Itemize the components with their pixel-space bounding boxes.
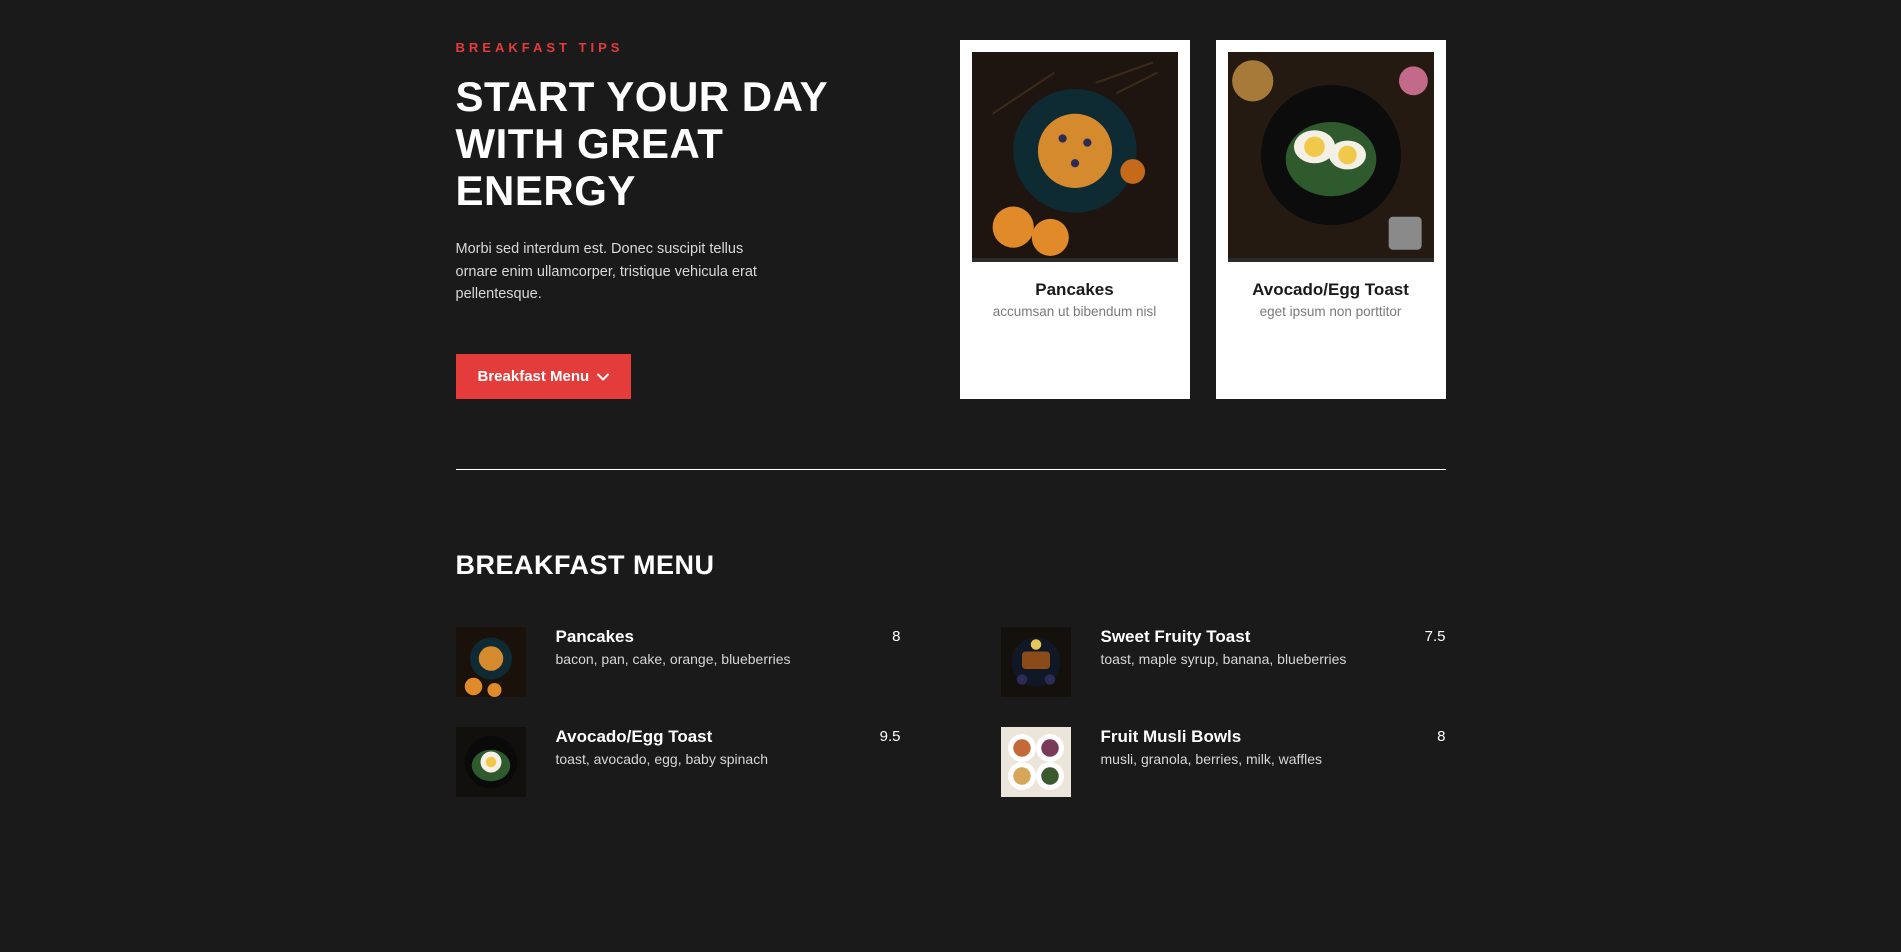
menu-item-name: Pancakes xyxy=(556,627,883,647)
feature-card-desc: accumsan ut bibendum nisl xyxy=(972,304,1178,319)
menu-item-thumb xyxy=(1001,727,1071,797)
menu-item-ingredients: toast, avocado, egg, baby spinach xyxy=(556,751,870,767)
hero-paragraph: Morbi sed interdum est. Donec suscipit t… xyxy=(456,238,776,305)
menu-item-thumb xyxy=(1001,627,1071,697)
hero-heading: START YOUR DAY WITH GREAT ENERGY xyxy=(456,73,896,214)
menu-item-body: Avocado/Egg Toast toast, avocado, egg, b… xyxy=(556,727,901,797)
menu-item-body: Sweet Fruity Toast toast, maple syrup, b… xyxy=(1101,627,1446,697)
menu-item: Avocado/Egg Toast toast, avocado, egg, b… xyxy=(456,727,901,797)
breakfast-menu-button[interactable]: Breakfast Menu xyxy=(456,354,632,399)
menu-item-body: Fruit Musli Bowls musli, granola, berrie… xyxy=(1101,727,1446,797)
feature-card-image xyxy=(972,52,1178,262)
menu-item-ingredients: bacon, pan, cake, orange, blueberries xyxy=(556,651,883,667)
hero-section: BREAKFAST TIPS START YOUR DAY WITH GREAT… xyxy=(456,40,1446,399)
chevron-down-icon xyxy=(597,370,609,382)
menu-item: Fruit Musli Bowls musli, granola, berrie… xyxy=(1001,727,1446,797)
feature-cards: Pancakes accumsan ut bibendum nisl xyxy=(946,40,1446,399)
menu-item-name: Sweet Fruity Toast xyxy=(1101,627,1415,647)
menu-item-name: Fruit Musli Bowls xyxy=(1101,727,1428,747)
menu-item: Sweet Fruity Toast toast, maple syrup, b… xyxy=(1001,627,1446,697)
menu-item-price: 9.5 xyxy=(880,727,901,745)
menu-item-name: Avocado/Egg Toast xyxy=(556,727,870,747)
feature-card: Avocado/Egg Toast eget ipsum non porttit… xyxy=(1216,40,1446,399)
menu-item-body: Pancakes bacon, pan, cake, orange, blueb… xyxy=(556,627,901,697)
menu-item-thumb xyxy=(456,727,526,797)
menu-grid: Pancakes bacon, pan, cake, orange, blueb… xyxy=(456,627,1446,797)
menu-item-price: 8 xyxy=(892,627,900,645)
menu-item: Pancakes bacon, pan, cake, orange, blueb… xyxy=(456,627,901,697)
section-divider xyxy=(456,469,1446,470)
menu-heading: BREAKFAST MENU xyxy=(456,550,1446,581)
breakfast-menu-button-label: Breakfast Menu xyxy=(478,368,590,385)
menu-item-ingredients: toast, maple syrup, banana, blueberries xyxy=(1101,651,1415,667)
menu-item-text: Fruit Musli Bowls musli, granola, berrie… xyxy=(1101,727,1428,767)
menu-item-price: 8 xyxy=(1437,727,1445,745)
page-container: BREAKFAST TIPS START YOUR DAY WITH GREAT… xyxy=(456,0,1446,837)
menu-item-text: Avocado/Egg Toast toast, avocado, egg, b… xyxy=(556,727,870,767)
feature-card-image xyxy=(1228,52,1434,262)
menu-item-ingredients: musli, granola, berries, milk, waffles xyxy=(1101,751,1428,767)
feature-card-title: Pancakes xyxy=(972,280,1178,300)
menu-item-text: Sweet Fruity Toast toast, maple syrup, b… xyxy=(1101,627,1415,667)
menu-item-text: Pancakes bacon, pan, cake, orange, blueb… xyxy=(556,627,883,667)
feature-card: Pancakes accumsan ut bibendum nisl xyxy=(960,40,1190,399)
feature-card-title: Avocado/Egg Toast xyxy=(1228,280,1434,300)
feature-card-desc: eget ipsum non porttitor xyxy=(1228,304,1434,319)
hero-left-column: BREAKFAST TIPS START YOUR DAY WITH GREAT… xyxy=(456,40,896,399)
hero-overline: BREAKFAST TIPS xyxy=(456,40,896,55)
menu-item-thumb xyxy=(456,627,526,697)
menu-item-price: 7.5 xyxy=(1425,627,1446,645)
